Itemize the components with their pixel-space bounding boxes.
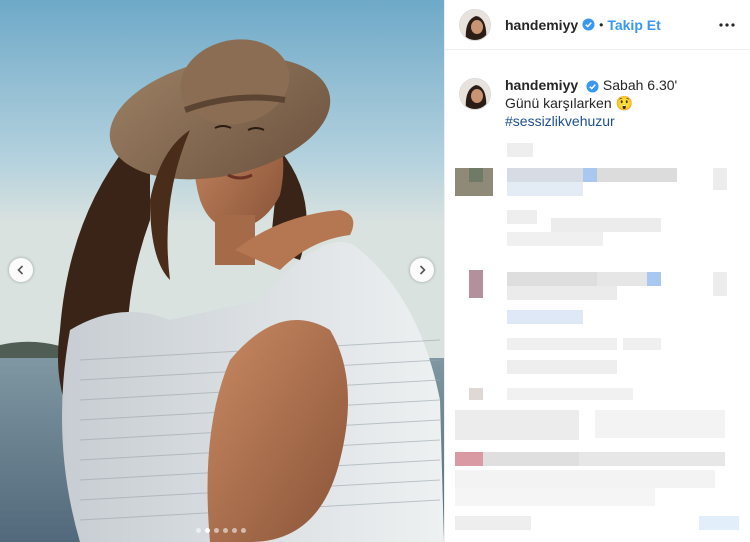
verified-badge-icon [586, 80, 599, 93]
caption-line-2: Günü karşılarken [505, 95, 612, 111]
caption-line-1: Sabah 6.30' [602, 77, 678, 93]
carousel-dot [196, 528, 201, 533]
previous-slide-button[interactable] [9, 258, 33, 282]
carousel-dot [232, 528, 237, 533]
carousel-dot [223, 528, 228, 533]
carousel-indicator [196, 528, 246, 533]
chevron-right-icon [419, 265, 426, 275]
caption-avatar[interactable] [459, 78, 491, 110]
carousel-dot [241, 528, 246, 533]
caption-text: handemiyy Sabah 6.30' Günü karşılarken 😲… [505, 76, 677, 130]
carousel-dot [205, 528, 210, 533]
chevron-left-icon [17, 265, 24, 275]
more-options-icon[interactable] [718, 16, 736, 34]
post-caption: handemiyy Sabah 6.30' Günü karşılarken 😲… [459, 76, 677, 130]
separator-dot: • [599, 17, 604, 32]
caption-emoji: 😲 [615, 95, 633, 111]
post-photo [0, 0, 444, 542]
hashtag-link[interactable]: #sessizlikvehuzur [505, 113, 615, 129]
post-header: handemiyy • Takip Et [445, 0, 750, 50]
next-slide-button[interactable] [410, 258, 434, 282]
caption-username[interactable]: handemiyy [505, 77, 578, 93]
follow-button[interactable]: Takip Et [607, 17, 660, 33]
post-media [0, 0, 444, 542]
post-side-panel: handemiyy • Takip Et handemiyy Sabah 6.3… [444, 0, 750, 542]
verified-badge-icon [582, 18, 595, 31]
avatar[interactable] [459, 8, 491, 41]
carousel-dot [214, 528, 219, 533]
username-link[interactable]: handemiyy [505, 17, 578, 33]
